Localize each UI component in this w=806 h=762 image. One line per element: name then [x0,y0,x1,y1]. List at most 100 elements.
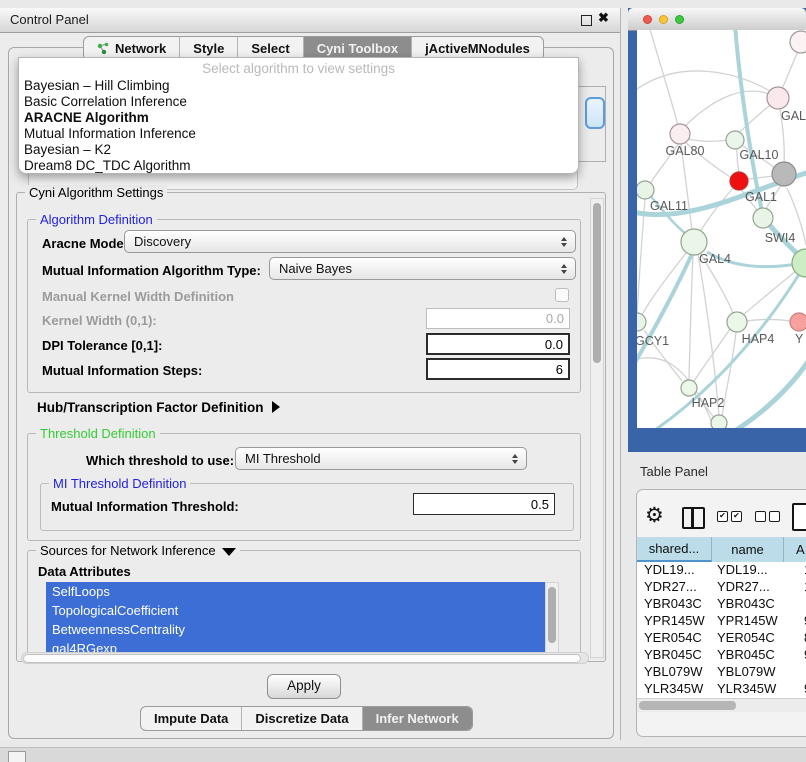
combo-arrows-icon [561,237,567,247]
table-row[interactable]: YBL079WYBL079W [637,664,806,681]
aracne-mode-combo[interactable]: Discovery [124,230,576,253]
dropdown-item[interactable]: Basic Correlation Inference [24,94,187,109]
column-header-partial[interactable]: A [784,537,806,562]
data-attributes-list: SelfLoops TopologicalCoefficient Between… [46,582,545,658]
network-node-gcy1[interactable] [637,313,646,331]
table-row[interactable]: YDR27...YDR27...12 [637,579,806,596]
algorithm-definition-group: Algorithm Definition Aracne Mode: Discov… [27,219,581,393]
manual-kernel-label: Manual Kernel Width Definition [42,289,234,304]
list-vertical-scrollbar[interactable] [545,582,559,660]
tab-label: Style [193,41,224,56]
control-panel-title: Control Panel [10,12,89,27]
dropdown-prompt: Select algorithm to view settings [19,61,578,76]
dropdown-item[interactable]: Dream8 DC_TDC Algorithm [24,158,191,173]
network-node-hap2[interactable] [681,380,697,396]
zoom-traffic-light-icon[interactable] [675,15,684,24]
checked-checkbox-icon[interactable]: ✔ [731,511,742,522]
focused-spinner-button[interactable] [585,97,605,129]
close-traffic-light-icon[interactable] [643,15,652,24]
list-item[interactable]: SelfLoops [46,582,545,601]
apply-button[interactable]: Apply [267,674,341,699]
aracne-mode-label: Aracne Mode: [42,236,128,251]
dpi-tolerance-input[interactable] [426,333,570,355]
table-row[interactable]: YBR045CYBR045C9. [637,647,806,664]
cyni-algorithm-settings-group: Cyni Algorithm Settings Algorithm Defini… [16,192,606,662]
group-title: Cyni Algorithm Settings [25,185,167,200]
table-row[interactable]: YLR345WYLR345W9. [637,681,806,698]
bottom-tabbar: Impute Data Discretize Data Infer Networ… [140,706,473,731]
unchecked-checkbox-icon[interactable] [755,511,766,522]
sources-group: Sources for Network Inference Data Attri… [27,550,581,664]
tab-infer-network[interactable]: Infer Network [363,707,472,730]
mi-threshold-input[interactable] [413,493,555,515]
network-window-titlebar[interactable] [628,8,806,31]
network-node-gal10[interactable] [726,131,744,149]
table-row[interactable]: YBR043CYBR043C [637,596,806,613]
tab-label: Network [115,41,166,56]
network-node-gray[interactable] [772,162,796,186]
network-node-gal80[interactable] [670,124,690,144]
float-window-icon[interactable] [581,15,592,26]
network-node[interactable] [753,208,773,228]
scrollbar-thumb[interactable] [593,203,601,363]
data-attributes-label: Data Attributes [38,564,131,579]
node-label: GAL11 [650,199,688,213]
column-header-name[interactable]: name [712,537,784,562]
tab-label: Select [251,41,289,56]
split-columns-icon[interactable] [682,507,705,529]
control-panel-titlebar[interactable]: Control Panel ✖ [0,8,620,33]
scrollbar-thumb[interactable] [548,587,556,643]
which-threshold-combo[interactable]: MI Threshold [235,447,527,470]
network-node-gal1-selected[interactable] [730,172,748,190]
status-bar [0,747,806,762]
tab-label: Impute Data [154,711,228,726]
list-item[interactable]: TopologicalCoefficient [46,601,545,620]
table-row[interactable]: YDL19...YDL19...13 [637,562,806,579]
unchecked-checkbox-icon[interactable] [769,511,780,522]
network-node[interactable] [711,415,727,428]
network-node-gal11[interactable] [637,181,654,199]
tab-discretize-data[interactable]: Discretize Data [242,707,362,730]
network-node[interactable] [767,87,789,109]
settings-vertical-scrollbar[interactable] [590,198,604,658]
combo-arrows-icon [561,264,567,274]
kernel-width-input[interactable] [426,308,570,329]
tab-label: Infer Network [376,711,459,726]
network-node-salmon[interactable] [790,313,806,331]
manual-kernel-checkbox[interactable] [555,288,569,302]
network-node-hap4[interactable] [727,312,747,332]
gear-icon[interactable]: ⚙ [645,503,664,528]
tab-label: Discretize Data [255,711,348,726]
mi-type-combo[interactable]: Naive Bayes [269,257,576,280]
network-nodes [637,31,806,428]
dropdown-item[interactable]: Mutual Information Inference [24,126,196,141]
panel-toggle-icon[interactable] [8,751,26,762]
tab-impute-data[interactable]: Impute Data [141,707,242,730]
mi-steps-input[interactable] [426,358,570,380]
mi-threshold-group: MI Threshold Definition Mutual Informati… [40,483,574,531]
table-horizontal-scrollbar[interactable] [637,698,806,712]
dropdown-item[interactable]: Bayesian – K2 [24,142,111,157]
network-node[interactable] [790,31,806,53]
dropdown-item-selected[interactable]: ARACNE Algorithm [24,110,149,125]
table-row[interactable]: YER054CYER054C8. [637,630,806,647]
scrollbar-thumb[interactable] [639,701,736,710]
scrollbar-thumb[interactable] [23,654,581,664]
close-icon[interactable]: ✖ [598,10,609,26]
table-row[interactable]: YPR145WYPR145W9. [637,613,806,630]
checked-checkbox-icon[interactable]: ✔ [717,511,728,522]
network-canvas[interactable]: GAL GAL80 GAL10 GAL1 GAL11 SWI4 GAL4 GCY… [637,30,806,428]
list-item[interactable]: BetweennessCentrality [46,620,545,639]
combo-value: MI Threshold [245,451,321,466]
mi-type-label: Mutual Information Algorithm Type: [42,263,261,278]
column-header-shared-name[interactable]: shared... [637,537,712,562]
application-root: Control Panel ✖ Network Style Select Cyn… [0,0,806,762]
kernel-width-label: Kernel Width (0,1): [42,313,157,328]
settings-horizontal-scrollbar[interactable] [21,652,589,664]
dropdown-item[interactable]: Bayesian – Hill Climbing [24,78,170,93]
hub-definition-expander[interactable]: Hub/Transcription Factor Definition [37,400,280,415]
document-icon[interactable] [792,503,806,531]
sources-expander[interactable]: Sources for Network Inference [36,543,240,558]
minimize-traffic-light-icon[interactable] [659,15,668,24]
node-label: GAL [781,109,806,123]
